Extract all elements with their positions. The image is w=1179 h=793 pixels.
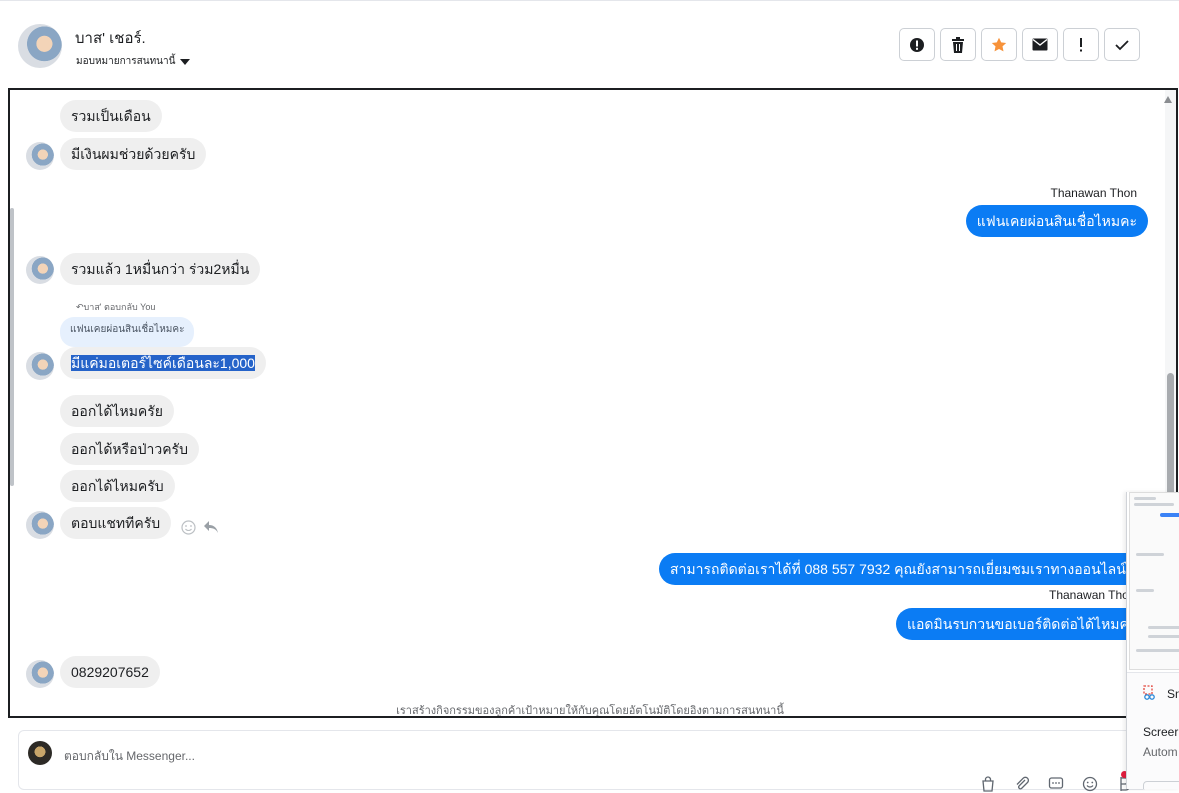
snipping-tool-popup[interactable]: Sn Screer Autom <box>1126 492 1179 789</box>
star-button[interactable] <box>981 28 1017 61</box>
snip-title: Screer <box>1143 725 1179 739</box>
composer-toolbar <box>979 775 1133 793</box>
envelope-icon <box>1032 38 1048 51</box>
conversation-header: บาส' เชอร์. มอบหมายการสนทนานี้ <box>0 0 1179 89</box>
mark-unread-button[interactable] <box>1022 28 1058 61</box>
left-scroll-edge <box>10 208 14 486</box>
attachment-icon[interactable] <box>1013 775 1031 793</box>
reply-arrow-icon: ↶ <box>76 302 84 312</box>
agent-name: Thanawan Tho <box>1049 588 1129 602</box>
snipping-tool-icon <box>1143 685 1155 700</box>
info-button[interactable] <box>899 28 935 61</box>
message-bubble[interactable]: ออกได้ไหมครับ <box>60 470 175 502</box>
contact-avatar[interactable] <box>18 24 62 68</box>
message-bubble[interactable]: ตอบแชททีครับ <box>60 507 172 539</box>
assign-conversation-dropdown[interactable]: มอบหมายการสนทนานี้ <box>76 54 191 69</box>
exclamation-icon <box>1080 37 1082 51</box>
reply-icon[interactable] <box>203 520 219 534</box>
contact-avatar-small <box>26 142 54 170</box>
star-icon <box>991 37 1007 51</box>
caret-down-icon <box>180 58 191 65</box>
scrollbar-thumb[interactable] <box>1167 373 1174 495</box>
conversation-actions <box>899 28 1140 61</box>
saved-replies-icon[interactable] <box>1047 775 1065 793</box>
message-thread[interactable]: รวมเป็นเดือน มีเงินผมช่วยด้วยครับ Thanaw… <box>8 88 1178 718</box>
agent-name: Thanawan Thon <box>1050 186 1137 200</box>
reply-composer[interactable]: ตอบกลับใน Messenger... <box>18 730 1148 793</box>
snip-notification-card[interactable]: Sn Screer Autom <box>1127 672 1179 789</box>
snip-action-button[interactable] <box>1143 781 1179 789</box>
snip-subtitle: Autom <box>1143 745 1178 759</box>
message-bubble[interactable]: มีแค่มอเตอร์ไซค์เดือนละ1,000 <box>60 347 266 379</box>
message-bubble[interactable]: ออกได้ไหมครัย <box>60 395 175 427</box>
assign-label: มอบหมายการสนทนานี้ <box>76 56 176 67</box>
selected-text: มีแค่มอเตอร์ไซค์เดือนละ1,000 <box>71 355 255 371</box>
outgoing-message-bubble[interactable]: สามารถติดต่อเราได้ที่ 088 557 7932 คุณยั… <box>659 553 1153 585</box>
reply-input[interactable]: ตอบกลับใน Messenger... <box>64 747 195 766</box>
reply-indicator: ↶บาส' ตอบกลับ You <box>76 300 155 314</box>
trash-icon <box>952 36 964 53</box>
react-smiley-icon[interactable] <box>181 520 196 535</box>
outgoing-message-bubble[interactable]: แอดมินรบกวนขอเบอร์ติดต่อได้ไหมคะ <box>896 608 1148 640</box>
message-bubble[interactable]: ออกได้หรือป่าวครับ <box>60 433 199 465</box>
contact-avatar-small <box>26 256 54 284</box>
spam-button[interactable] <box>1063 28 1099 61</box>
message-bubble[interactable]: รวมเป็นเดือน <box>60 100 162 132</box>
alert-circle-icon <box>910 37 924 52</box>
snip-app-name: Sn <box>1167 687 1179 701</box>
page-avatar <box>28 741 52 765</box>
outgoing-message-bubble[interactable]: แฟนเคยผ่อนสินเชื่อไหมคะ <box>965 205 1148 237</box>
contact-avatar-small <box>26 352 54 380</box>
checkmark-icon <box>1115 39 1129 50</box>
message-bubble[interactable]: รวมแล้ว 1หมื่นกว่า ร่วม2หมื่น <box>60 253 261 285</box>
lead-activity-note: เราสร้างกิจกรรมของลูกค้าเป้าหมายให้กับคุ… <box>396 705 784 717</box>
delete-button[interactable] <box>940 28 976 61</box>
emoji-icon[interactable] <box>1081 775 1099 793</box>
contact-name[interactable]: บาส' เชอร์. <box>75 26 146 50</box>
done-button[interactable] <box>1104 28 1140 61</box>
shopping-bag-icon[interactable] <box>979 775 997 793</box>
reply-meta-text: บาส' ตอบกลับ You <box>83 302 156 312</box>
contact-avatar-small <box>26 511 54 539</box>
scroll-up-arrow-icon[interactable] <box>1164 96 1172 103</box>
contact-avatar-small <box>26 660 54 688</box>
message-bubble[interactable]: มีเงินผมช่วยด้วยครับ <box>60 138 207 170</box>
quoted-message[interactable]: แฟนเคยผ่อนสินเชื่อไหมคะ <box>60 317 195 347</box>
screenshot-thumbnail[interactable] <box>1129 492 1179 670</box>
message-bubble[interactable]: 0829207652 <box>60 656 160 688</box>
